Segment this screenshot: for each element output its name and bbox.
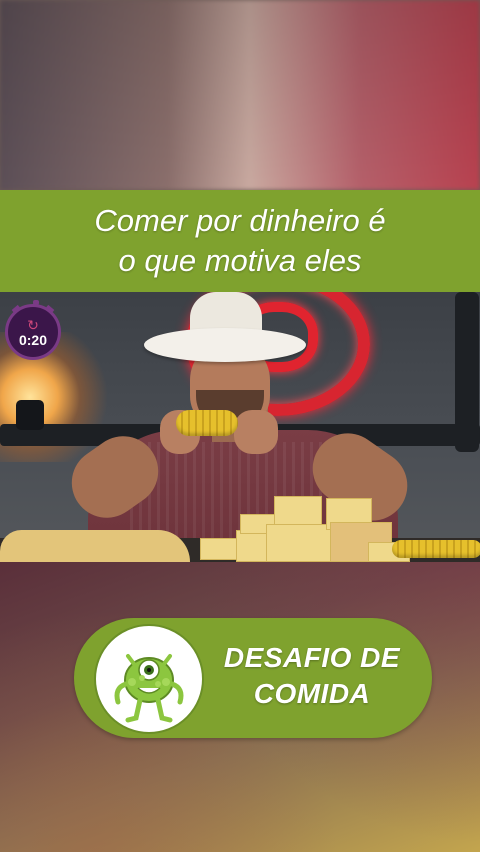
- wall-pipe-vertical: [455, 292, 479, 452]
- corn-cob: [176, 410, 238, 436]
- cheese-block: [266, 524, 332, 562]
- corn-cob-pile: [392, 540, 480, 558]
- green-monster-icon-svg: [114, 654, 184, 723]
- stopwatch-knob: [33, 300, 39, 305]
- lamp-fixture: [16, 400, 44, 430]
- badge-line-1: DESAFIO DE: [223, 642, 401, 673]
- green-monster-icon: [94, 624, 204, 734]
- badge-line-2: COMIDA: [253, 678, 371, 709]
- food-tray: [0, 530, 190, 562]
- stopwatch-timer: ↻ 0:20: [5, 300, 61, 360]
- timer-value: 0:20: [18, 332, 48, 348]
- blurred-background-top: [0, 0, 480, 190]
- badge-title: DESAFIO DE COMIDA: [212, 640, 412, 712]
- person-right-hand: [234, 410, 278, 454]
- cowboy-hat-brim: [144, 328, 306, 362]
- caption-line-2: o que motiva eles: [118, 243, 362, 278]
- caption-line-1: Comer por dinheiro é: [94, 203, 386, 238]
- stopwatch-icon: ↻: [27, 317, 39, 333]
- video-frame[interactable]: [0, 292, 480, 562]
- caption-banner: Comer por dinheiro é o que motiva eles: [0, 190, 480, 292]
